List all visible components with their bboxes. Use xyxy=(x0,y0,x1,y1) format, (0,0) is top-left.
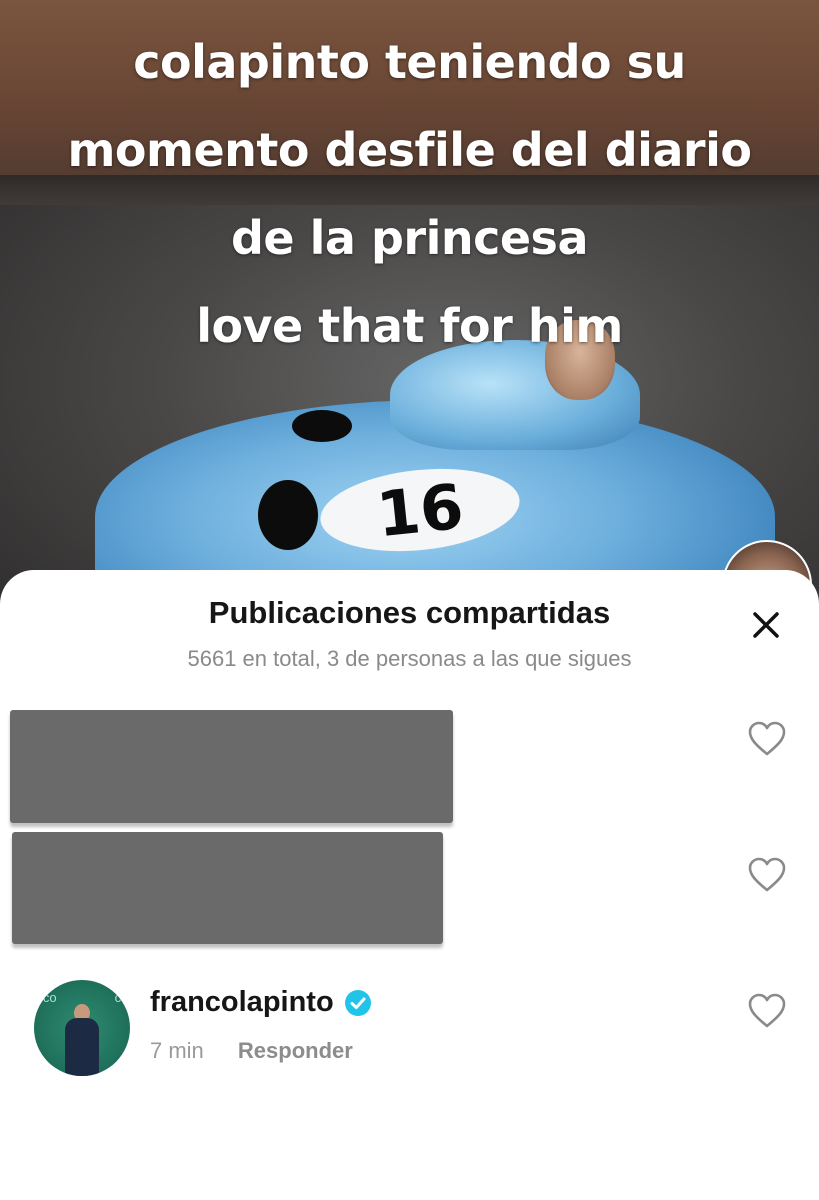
close-button[interactable] xyxy=(741,600,791,650)
reply-button[interactable]: Responder xyxy=(238,1038,353,1063)
heart-icon xyxy=(748,857,786,892)
screen: 16 colapinto teniendo su momento desfile… xyxy=(0,0,819,1200)
sheet-title: Publicaciones compartidas xyxy=(208,595,611,630)
shared-posts-sheet: Publicaciones compartidas 5661 en total,… xyxy=(0,570,819,1200)
car-intake-right xyxy=(292,410,352,442)
verified-badge-icon xyxy=(344,989,371,1016)
sheet-subtitle: 5661 en total, 3 de personas a las que s… xyxy=(187,646,632,671)
like-button-1[interactable] xyxy=(745,717,789,761)
heart-icon xyxy=(748,721,786,756)
avatar-logo-right: ci xyxy=(114,990,124,1005)
comment-username-row[interactable]: francolapinto xyxy=(150,986,372,1019)
commenter-avatar[interactable]: ico ci xyxy=(34,980,130,1076)
car-intake-left xyxy=(258,480,318,550)
caption-line-3: de la princesa xyxy=(231,211,588,265)
avatar-body xyxy=(65,1018,99,1076)
video-caption: colapinto teniendo su momento desfile de… xyxy=(0,18,819,370)
comment-username[interactable]: francolapinto xyxy=(150,986,334,1019)
like-button-3[interactable] xyxy=(745,989,789,1033)
comment-time: 7 min xyxy=(150,1038,204,1063)
redacted-entry-2 xyxy=(12,832,443,944)
caption-line-4: love that for him xyxy=(196,299,623,353)
heart-icon xyxy=(748,993,786,1028)
caption-line-2: momento desfile del diario xyxy=(67,123,753,177)
redacted-entry-1 xyxy=(10,710,453,823)
avatar-logo-left: ico xyxy=(40,990,57,1005)
like-button-2[interactable] xyxy=(745,853,789,897)
comment-meta: 7 min Responder xyxy=(150,1038,353,1064)
caption-line-1: colapinto teniendo su xyxy=(133,35,686,89)
close-icon xyxy=(753,612,779,638)
